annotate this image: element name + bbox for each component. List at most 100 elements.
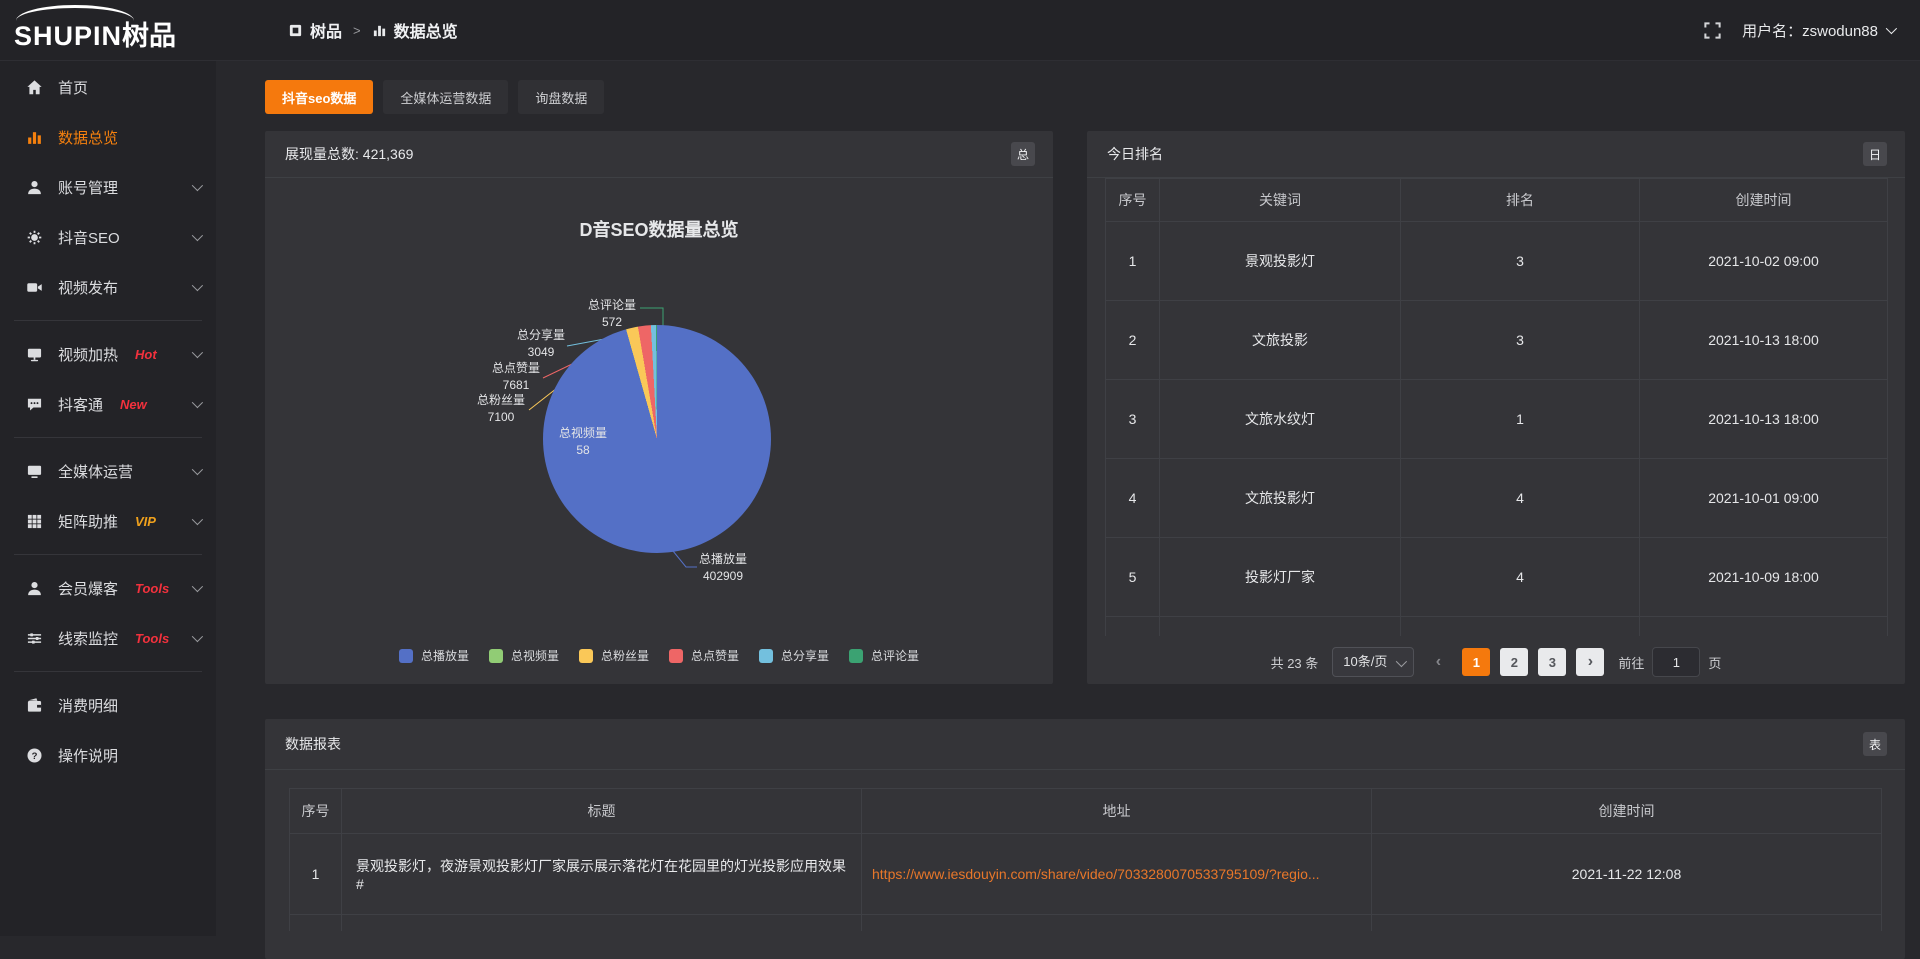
sidebar-item-label: 抖客通 bbox=[58, 394, 103, 415]
app-icon bbox=[288, 23, 303, 38]
next-page-button[interactable]: › bbox=[1576, 648, 1604, 676]
column-header: 创建时间 bbox=[1372, 789, 1882, 834]
overview-title: 展现量总数: 421,369 bbox=[285, 144, 413, 164]
legend-item[interactable]: 总分享量 bbox=[759, 647, 829, 664]
chat-icon bbox=[26, 396, 43, 413]
report-row: 1景观投影灯，夜游景观投影灯厂家展示展示落花灯在花园里的灯光投影应用效果 #ht… bbox=[290, 834, 1882, 915]
breadcrumb-label: 数据总览 bbox=[394, 18, 458, 42]
overview-card-header: 展现量总数: 421,369 总 bbox=[265, 131, 1053, 178]
sidebar-item-label: 账号管理 bbox=[58, 177, 118, 198]
sidebar-divider bbox=[14, 437, 202, 438]
legend-item[interactable]: 总粉丝量 bbox=[579, 647, 649, 664]
page-size-select[interactable]: 10条/页 bbox=[1332, 647, 1414, 677]
ranking-title: 今日排名 bbox=[1107, 144, 1163, 164]
sidebar-item-matrix-boost[interactable]: 矩阵助推VIP bbox=[0, 497, 216, 545]
sidebar-item-label: 视频发布 bbox=[58, 277, 118, 298]
sidebar: 首页数据总览账号管理抖音SEO视频发布视频加热Hot抖客通New全媒体运营矩阵助… bbox=[0, 60, 216, 936]
cards-row: 展现量总数: 421,369 总 D音SEO数据量总览 总播放量总视频量总粉丝量… bbox=[265, 131, 1905, 684]
bar-chart-icon bbox=[26, 129, 43, 146]
ranking-table: 序号关键词排名创建时间 1景观投影灯32021-10-02 09:002文旅投影… bbox=[1105, 178, 1888, 636]
username-label: 用户名：zswodun88 bbox=[1742, 20, 1878, 41]
sidebar-item-label: 消费明细 bbox=[58, 695, 118, 716]
sidebar-item-instructions[interactable]: ?操作说明 bbox=[0, 731, 216, 779]
video-link[interactable]: https://www.iesdouyin.com/share/video/70… bbox=[872, 866, 1361, 882]
sidebar-item-badge: New bbox=[120, 397, 147, 412]
sidebar-item-label: 视频加热 bbox=[58, 344, 118, 365]
ranking-cell: 2021-10-01 09:00 bbox=[1640, 459, 1888, 538]
pie-chart: D音SEO数据量总览 总播放量总视频量总粉丝量总点赞量总分享量总评论量 总播放量… bbox=[265, 178, 1053, 684]
goto-label: 前往 bbox=[1618, 653, 1644, 672]
sidebar-menu: 首页数据总览账号管理抖音SEO视频发布视频加热Hot抖客通New全媒体运营矩阵助… bbox=[0, 63, 216, 779]
ranking-cell: 投影灯厂家 bbox=[1160, 538, 1401, 617]
sidebar-item-home[interactable]: 首页 bbox=[0, 63, 216, 111]
sidebar-item-media-operation[interactable]: 全媒体运营 bbox=[0, 447, 216, 495]
tab-0[interactable]: 抖音seo数据 bbox=[265, 80, 373, 114]
column-header: 排名 bbox=[1401, 179, 1640, 222]
report-url-cell: https://www.iesdouyin.com/share/video/70… bbox=[862, 834, 1372, 915]
chevron-down-icon bbox=[1886, 23, 1897, 34]
tab-1[interactable]: 全媒体运营数据 bbox=[383, 80, 508, 114]
sidebar-item-video-heat[interactable]: 视频加热Hot bbox=[0, 330, 216, 378]
sidebar-item-account-manage[interactable]: 账号管理 bbox=[0, 163, 216, 211]
tab-2[interactable]: 询盘数据 bbox=[518, 80, 604, 114]
ranking-cell: 5 bbox=[1106, 538, 1160, 617]
pie-label: 总分享量3049 bbox=[517, 327, 565, 361]
ranking-card-header: 今日排名 日 bbox=[1087, 131, 1905, 178]
report-table: 序号标题地址创建时间 1景观投影灯，夜游景观投影灯厂家展示展示落花灯在花园里的灯… bbox=[289, 788, 1882, 931]
page-button-3[interactable]: 3 bbox=[1538, 648, 1566, 676]
sidebar-item-data-overview[interactable]: 数据总览 bbox=[0, 113, 216, 161]
sidebar-item-douyin-seo[interactable]: 抖音SEO bbox=[0, 213, 216, 261]
breadcrumb-item-current[interactable]: 数据总览 bbox=[372, 18, 458, 42]
legend-item[interactable]: 总播放量 bbox=[399, 647, 469, 664]
home-icon bbox=[26, 79, 43, 96]
legend-label: 总评论量 bbox=[871, 647, 919, 664]
chart-legend: 总播放量 总视频量 总粉丝量 总点赞量 总分享量 总评论量 bbox=[265, 647, 1053, 664]
sidebar-item-consumption[interactable]: 消费明细 bbox=[0, 681, 216, 729]
user-menu[interactable]: 用户名：zswodun88 bbox=[1742, 20, 1894, 41]
logo-text: SHUPIN树品 bbox=[14, 14, 176, 53]
column-header: 地址 bbox=[862, 789, 1372, 834]
legend-item[interactable]: 总点赞量 bbox=[669, 647, 739, 664]
legend-swatch bbox=[849, 649, 863, 663]
legend-swatch bbox=[759, 649, 773, 663]
legend-item[interactable]: 总视频量 bbox=[489, 647, 559, 664]
report-title-cell: 景观投影灯，夜游景观投影灯厂家展示展示落花灯在花园里的灯光投影应用效果 # bbox=[342, 834, 862, 915]
chevron-down-icon bbox=[192, 397, 203, 408]
ranking-row: 5投影灯厂家42021-10-09 18:00 bbox=[1106, 538, 1888, 617]
ranking-cell: 3 bbox=[1106, 380, 1160, 459]
sidebar-divider bbox=[14, 554, 202, 555]
legend-item[interactable]: 总评论量 bbox=[849, 647, 919, 664]
sidebar-item-video-publish[interactable]: 视频发布 bbox=[0, 263, 216, 311]
sidebar-item-label: 会员爆客 bbox=[58, 578, 118, 599]
prev-page-button[interactable]: ‹ bbox=[1424, 648, 1452, 676]
sidebar-item-label: 首页 bbox=[58, 77, 88, 98]
goto-page-input[interactable] bbox=[1652, 647, 1700, 677]
chevron-down-icon bbox=[192, 230, 203, 241]
grid-icon bbox=[26, 513, 43, 530]
total-badge-button[interactable]: 总 bbox=[1011, 142, 1035, 166]
day-badge-button[interactable]: 日 bbox=[1863, 142, 1887, 166]
ranking-cell: 4 bbox=[1401, 459, 1640, 538]
pie-label: 总粉丝量7100 bbox=[477, 392, 525, 426]
breadcrumb-separator: > bbox=[353, 23, 361, 38]
chevron-down-icon bbox=[192, 581, 203, 592]
page-button-1[interactable]: 1 bbox=[1462, 648, 1490, 676]
goto-page: 前往 页 bbox=[1618, 647, 1721, 677]
fullscreen-icon[interactable] bbox=[1703, 21, 1722, 40]
page-button-2[interactable]: 2 bbox=[1500, 648, 1528, 676]
logo[interactable]: SHUPIN树品 bbox=[0, 0, 216, 60]
legend-label: 总点赞量 bbox=[691, 647, 739, 664]
table-badge-button[interactable]: 表 bbox=[1863, 732, 1887, 756]
sidebar-item-member-baoke[interactable]: 会员爆客Tools bbox=[0, 564, 216, 612]
ranking-cell: 景观投影灯 bbox=[1160, 222, 1401, 301]
sidebar-item-douketong[interactable]: 抖客通 New bbox=[0, 380, 216, 428]
chevron-down-icon bbox=[192, 464, 203, 475]
breadcrumb-item-home[interactable]: 树品 bbox=[288, 18, 342, 42]
sidebar-item-clue-monitor[interactable]: 线索监控Tools bbox=[0, 614, 216, 662]
sidebar-item-label: 矩阵助推 bbox=[58, 511, 118, 532]
legend-label: 总分享量 bbox=[781, 647, 829, 664]
pie-label: 总评论量572 bbox=[588, 297, 636, 331]
ranking-cell: 3 bbox=[1401, 222, 1640, 301]
ranking-cell: 4 bbox=[1106, 459, 1160, 538]
report-created-cell: 2021-11-22 12:08 bbox=[1372, 834, 1882, 915]
